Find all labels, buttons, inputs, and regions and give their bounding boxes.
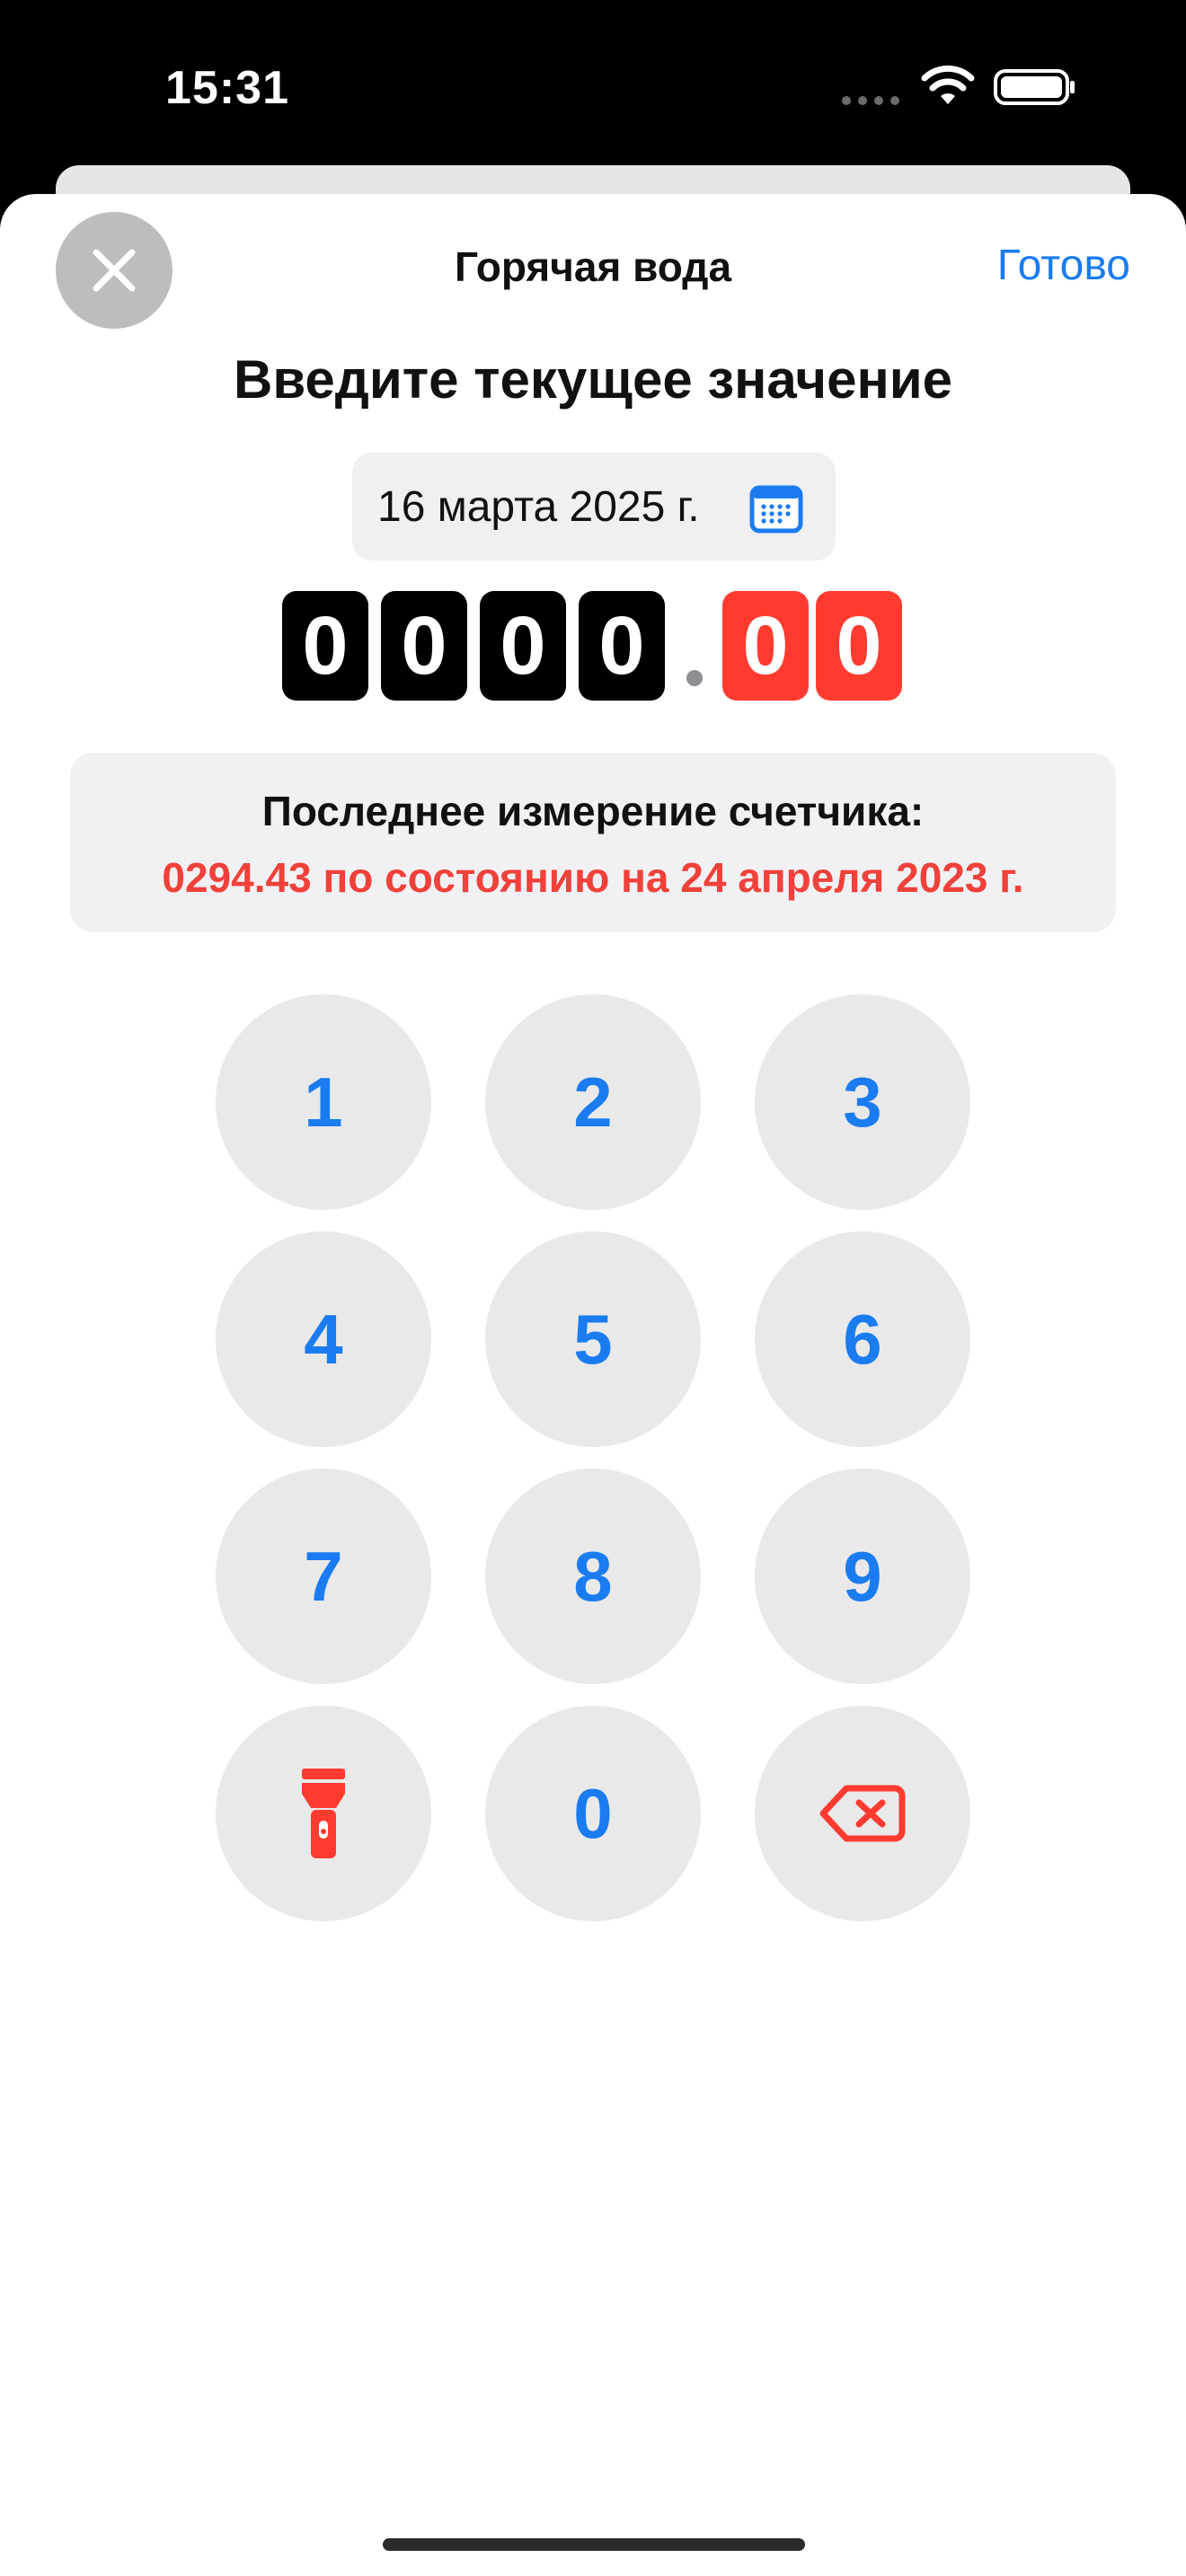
integer-digit: 0 [480, 591, 566, 701]
status-bar: 15:31 [0, 0, 1186, 171]
decimal-digit: 0 [816, 591, 902, 701]
decimal-separator [686, 670, 703, 686]
integer-digit: 0 [381, 591, 467, 701]
keypad-key-4[interactable]: 4 [216, 1231, 431, 1447]
keypad-key-2[interactable]: 2 [485, 994, 701, 1210]
date-label: 16 марта 2025 г. [377, 482, 700, 531]
keypad-key-1[interactable]: 1 [216, 994, 431, 1210]
integer-digit: 0 [579, 591, 665, 701]
keypad-key-3[interactable]: 3 [755, 994, 970, 1210]
keypad-key-6[interactable]: 6 [755, 1231, 970, 1447]
signal-dots-icon [842, 96, 899, 105]
integer-digit: 0 [282, 591, 368, 701]
flashlight-icon [302, 1769, 345, 1858]
status-time: 15:31 [165, 62, 289, 114]
keypad-key-9[interactable]: 9 [755, 1469, 970, 1684]
last-measurement-value: 0294.43 по состоянию на 24 апреля 2023 г… [162, 854, 1024, 901]
page-heading: Введите текущее значение [233, 349, 952, 410]
meter-reading-display: 0 0 0 0 0 0 [282, 591, 911, 701]
keypad-key-5[interactable]: 5 [485, 1231, 701, 1447]
flashlight-button[interactable] [216, 1706, 431, 1921]
calendar-icon [749, 485, 803, 534]
delete-backspace-icon [819, 1785, 906, 1842]
keypad-key-7[interactable]: 7 [216, 1469, 431, 1684]
wifi-icon [921, 65, 975, 104]
done-button[interactable]: Готово [997, 241, 1130, 290]
last-measurement-title: Последнее измерение счетчика: [261, 788, 925, 834]
battery-icon [994, 69, 1075, 105]
delete-button[interactable] [755, 1706, 970, 1921]
keypad-key-8[interactable]: 8 [485, 1469, 701, 1684]
home-indicator [383, 2538, 805, 2551]
last-measurement-card: Последнее измерение счетчика: 0294.43 по… [70, 753, 1116, 932]
date-picker-button[interactable]: 16 марта 2025 г. [352, 453, 836, 560]
decimal-digit: 0 [722, 591, 809, 701]
keypad-key-0[interactable]: 0 [485, 1706, 701, 1921]
